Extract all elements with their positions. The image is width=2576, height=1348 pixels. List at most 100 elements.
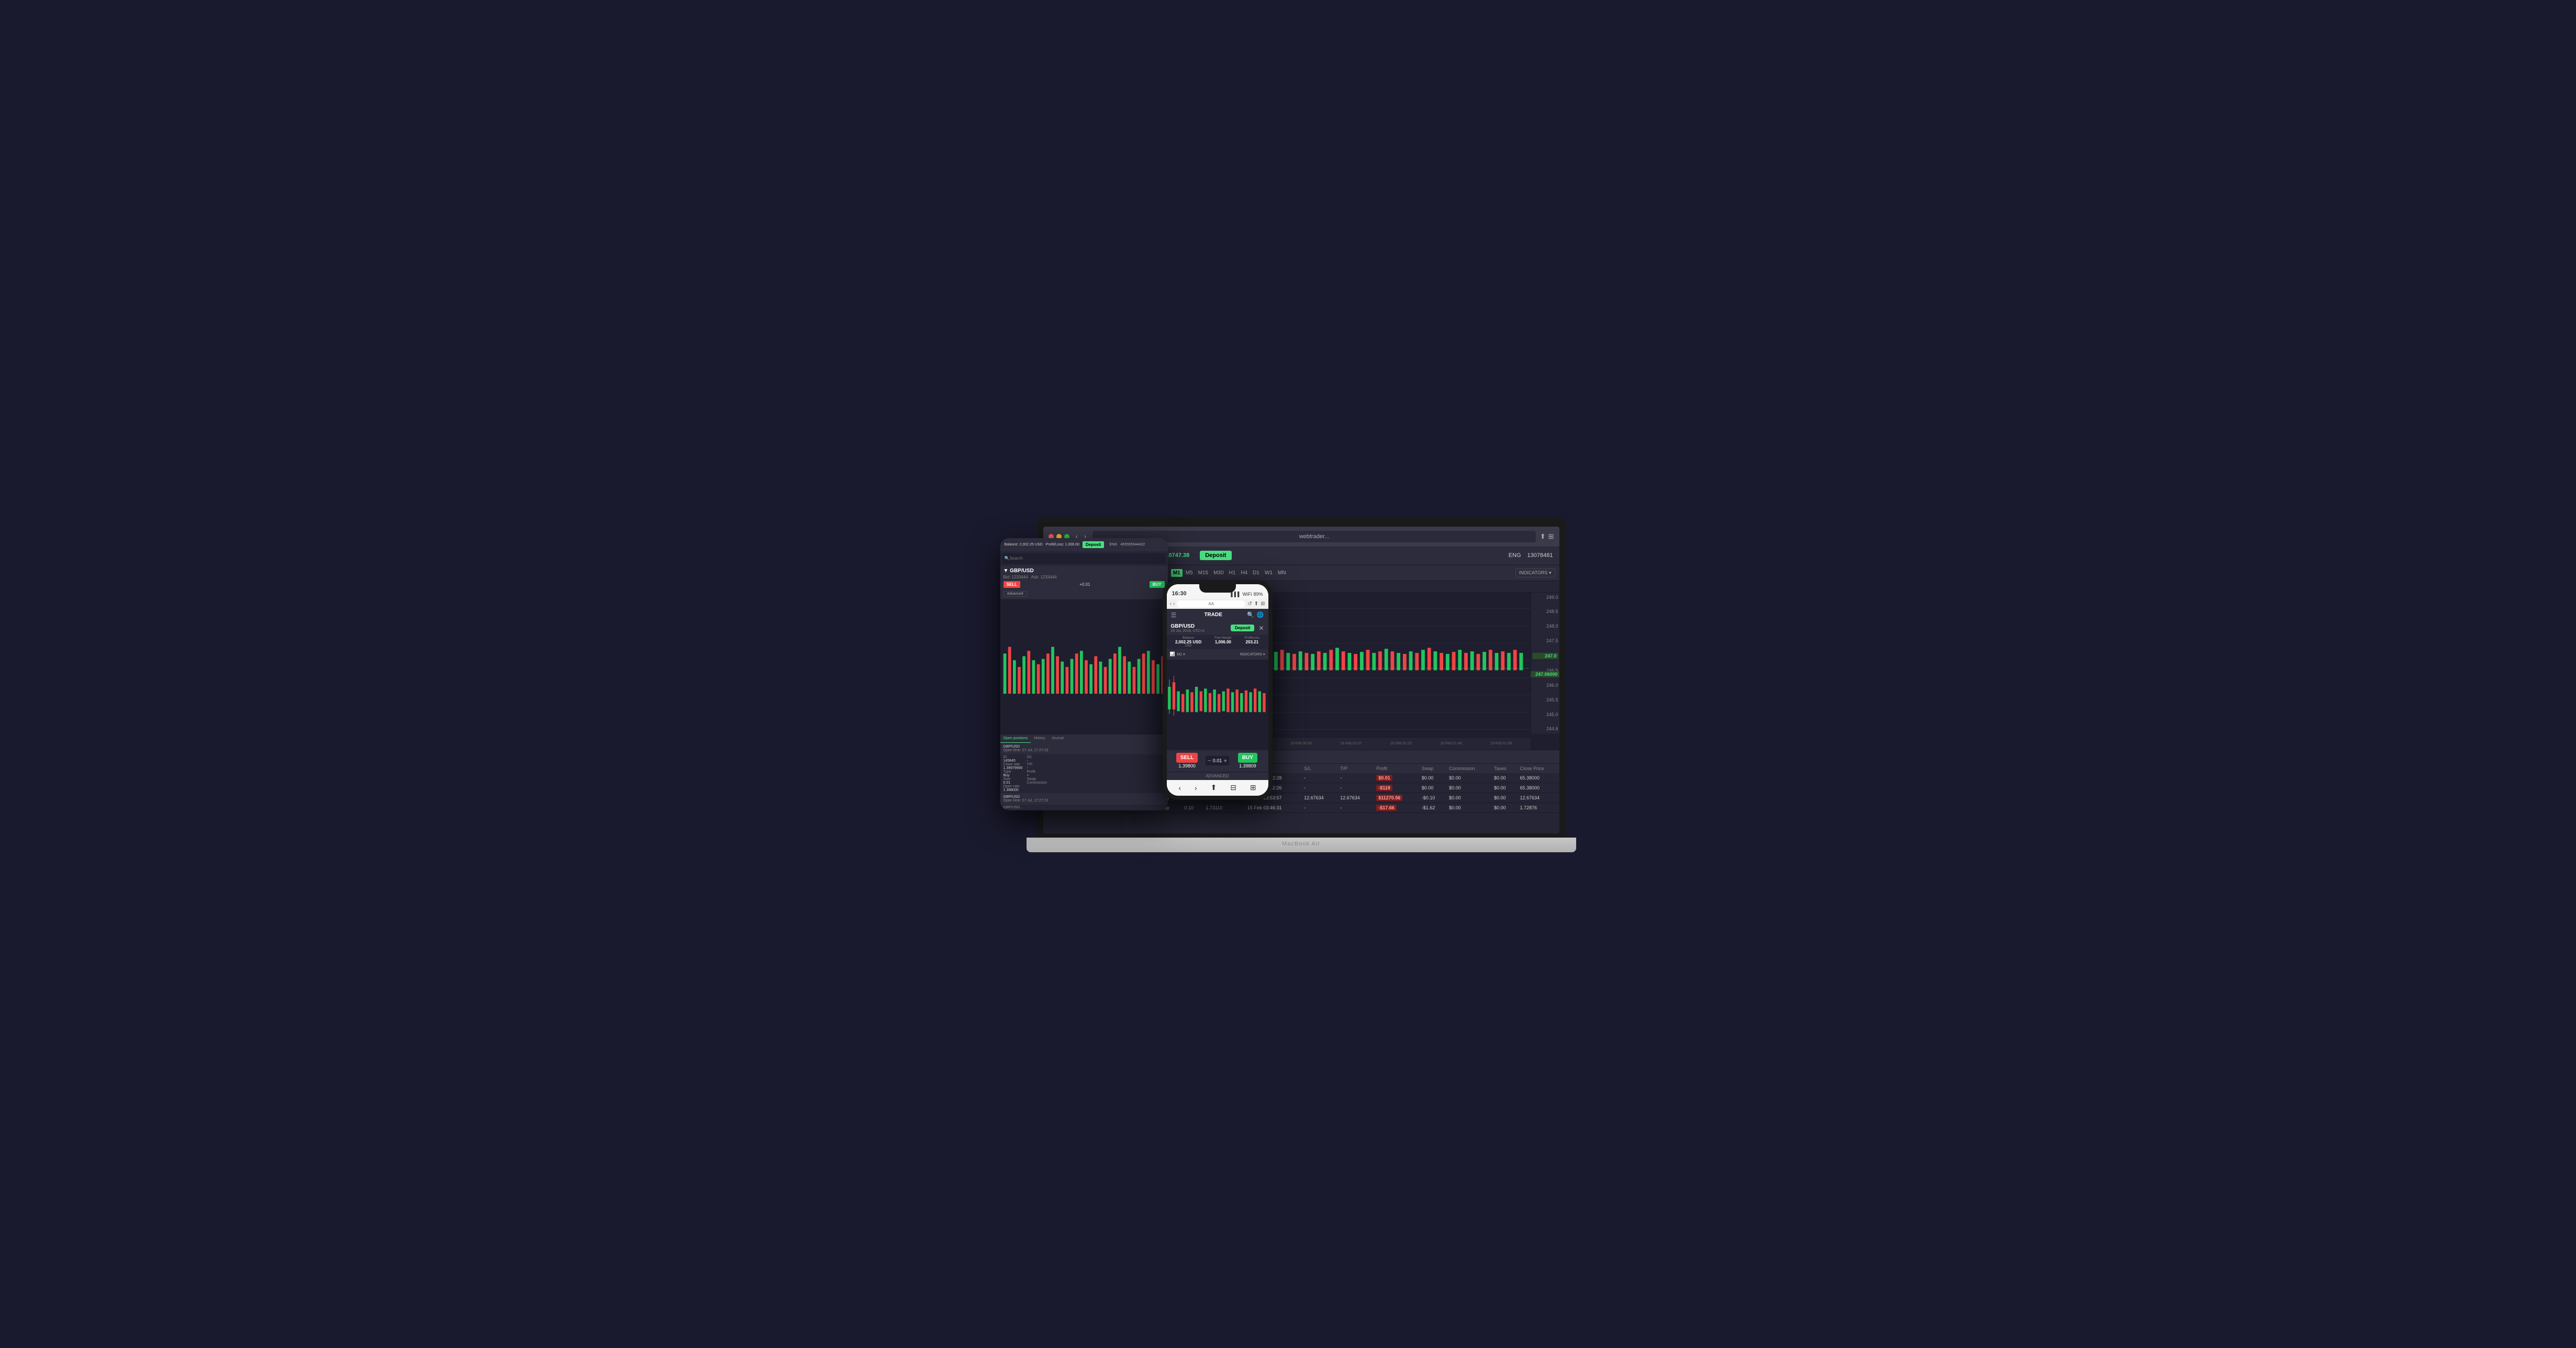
tablet-balance: Balance: 2,002.25 USD — [1005, 543, 1043, 547]
phone-search-icon[interactable]: 🔍 — [1247, 611, 1254, 618]
tablet-history-tab[interactable]: History — [1031, 734, 1049, 743]
phone-url-text: AA — [1208, 601, 1214, 606]
phone-tabs-btn[interactable]: ⊞ — [1250, 783, 1256, 792]
phone-back-icon[interactable]: ‹ — [1170, 601, 1172, 607]
tablet-more-trades: GBP/USD... — [1000, 805, 1168, 810]
tf-btn-m30[interactable]: M30 — [1211, 569, 1225, 577]
tablet-deposit-btn[interactable]: Deposit — [1083, 541, 1104, 548]
price-level-8: 245.0 — [1532, 712, 1558, 717]
tablet: Balance: 2,002.25 USD Profit/Loss: 1,006… — [1000, 538, 1168, 810]
tf-btn-w1[interactable]: W1 — [1263, 569, 1275, 577]
language-selector[interactable]: ENG — [1509, 552, 1521, 559]
table-row[interactable]: GBPCAD Buy 0.10 1.73110 15 Feb 03:46:31 … — [1122, 803, 1559, 812]
menu-icon[interactable]: ☰ — [1171, 611, 1177, 619]
phone-share-icon[interactable]: ⬆ — [1254, 601, 1258, 607]
lot-decrease-btn[interactable]: − — [1208, 757, 1211, 764]
phone-pair-date: 15 Jul, 2019, UTC+2 — [1171, 629, 1205, 633]
phone-globe-icon[interactable]: 🌐 — [1257, 611, 1264, 618]
phone-tf-selector[interactable]: M1 ▾ — [1177, 652, 1185, 656]
price-level-2: 248.0 — [1532, 623, 1558, 629]
cell-swap: -$1.62 — [1419, 803, 1446, 812]
cell-taxes: $0.00 — [1491, 793, 1517, 803]
col-sl: S/L — [1301, 764, 1337, 773]
lot-increase-btn[interactable]: + — [1223, 757, 1227, 764]
indicators-button[interactable]: INDICATORS ▾ — [1515, 569, 1555, 577]
tab-icon[interactable]: ⊞ — [1548, 532, 1554, 541]
tf-btn-m5[interactable]: M5 — [1184, 569, 1195, 577]
phone-pair-name: GBP/USD — [1171, 623, 1205, 629]
share-icon[interactable]: ⬆ — [1540, 532, 1546, 541]
col-close-price: Close Price — [1516, 764, 1559, 773]
phone-trade-actions: SELL 1.39800 − 0.01 + BUY 1.39809 — [1167, 750, 1268, 772]
tablet-open-positions-tab[interactable]: Open positions — [1000, 734, 1031, 743]
phone-forward-nav-btn[interactable]: › — [1195, 784, 1197, 792]
cell-commission: $0.00 — [1446, 803, 1491, 812]
lot-value: 0.01 — [1213, 758, 1222, 763]
phone-trade-header: ☰ TRADE 🔍 🌐 — [1167, 609, 1268, 621]
tf-btn-h4[interactable]: H4 — [1239, 569, 1250, 577]
cell-swap: $0.00 — [1419, 783, 1446, 793]
tf-btn-mn[interactable]: MN — [1276, 569, 1288, 577]
time-label-3: 16 Feb 00:50 — [1276, 742, 1326, 745]
tf-btn-m1[interactable]: M1 — [1171, 569, 1183, 577]
browser-actions: ⬆ ⊞ — [1540, 532, 1554, 541]
phone-advanced-btn[interactable]: ADVANCED — [1167, 772, 1268, 780]
cell-tp: - — [1337, 773, 1373, 783]
phone-reload-icon[interactable]: ↺ — [1247, 601, 1252, 607]
phone-forward-icon[interactable]: › — [1173, 601, 1175, 607]
phone-buy-price: 1.39809 — [1237, 763, 1258, 769]
cell-sl: - — [1301, 773, 1337, 783]
cell-close-price: 12.67634 — [1516, 793, 1559, 803]
tf-btn-h1[interactable]: H1 — [1227, 569, 1238, 577]
phone-bottom-bar: ‹ › ⬆ ⊟ ⊞ — [1167, 780, 1268, 796]
price-level-0: 249.0 — [1532, 595, 1558, 600]
cell-commission: $0.00 — [1446, 783, 1491, 793]
tablet-journal-tab[interactable]: Journal — [1049, 734, 1067, 743]
timeframe-selector: M1M5M15M30H1H4D1W1MN — [1171, 569, 1288, 577]
phone-bookmarks-btn[interactable]: ⊟ — [1230, 783, 1236, 792]
tf-btn-m15[interactable]: M15 — [1196, 569, 1210, 577]
cell-sl: 12.67634 — [1301, 793, 1337, 803]
phone-share-nav-btn[interactable]: ⬆ — [1211, 783, 1217, 792]
tablet-trade-details: ID145845 Close rate1.39979990 TypeBuy Si… — [1000, 754, 1168, 793]
phone-chart-type-icon[interactable]: 📊 — [1170, 652, 1175, 656]
tablet-screen: Balance: 2,002.25 USD Profit/Loss: 1,006… — [1000, 538, 1168, 810]
time-label-4: 16 Feb 01:07 — [1326, 742, 1376, 745]
cell-open-time: 15 Feb 03:46:31 — [1244, 803, 1301, 812]
cell-profit: $0.01 — [1373, 773, 1419, 783]
phone-back-nav-btn[interactable]: ‹ — [1178, 784, 1181, 792]
phone-nav-buttons: ‹ › — [1170, 601, 1175, 607]
phone-indicators-btn[interactable]: INDICATORS ▾ — [1240, 652, 1265, 656]
phone-tabs-icon[interactable]: ⊞ — [1261, 601, 1265, 607]
phone-stats: Balance 2,002.25 USD USD Free Margin 1,0… — [1167, 635, 1268, 649]
phone-deposit-btn[interactable]: Deposit — [1231, 625, 1254, 631]
tablet-search[interactable]: 🔍 — [1002, 553, 1166, 564]
phone-close-icon[interactable]: ✕ — [1258, 625, 1264, 632]
sell-button[interactable]: SELL — [1176, 753, 1198, 763]
cell-close-price: 65.38000 — [1516, 783, 1559, 793]
buy-button[interactable]: BUY — [1238, 753, 1257, 763]
wifi-icon: WiFi — [1242, 592, 1252, 597]
price-level-7: 245.5 — [1532, 697, 1558, 703]
tablet-chart — [1000, 600, 1168, 734]
cell-commission: $0.00 — [1446, 773, 1491, 783]
tablet-open-trade-info: GBP/USD Open time: 07 Jul, 17:27:23 — [1000, 743, 1168, 754]
scene: ‹ › webtrader... ⬆ ⊞ — [1000, 496, 1576, 852]
phone-chart — [1167, 660, 1268, 750]
cell-open-price: 1.73110 — [1202, 803, 1244, 812]
cell-profit: -$118 — [1373, 783, 1419, 793]
tablet-search-input[interactable] — [1009, 556, 1163, 561]
macbook-label: MacBook Air — [1027, 838, 1576, 847]
phone-url-bar[interactable]: AA — [1177, 600, 1245, 607]
cell-close-price: 65.38000 — [1516, 773, 1559, 783]
tablet-lang[interactable]: ENG — [1109, 543, 1117, 547]
tf-btn-d1[interactable]: D1 — [1251, 569, 1262, 577]
tablet-advanced-btn[interactable]: Advanced — [1003, 591, 1027, 597]
col-taxes: Taxes — [1491, 764, 1517, 773]
price-level-6: 246.0 — [1532, 683, 1558, 688]
deposit-button[interactable]: Deposit — [1200, 551, 1231, 560]
phone-notch — [1199, 584, 1236, 593]
tablet-search-icon: 🔍 — [1005, 556, 1010, 561]
cell-tp: - — [1337, 783, 1373, 793]
cell-commission: $0.00 — [1446, 793, 1491, 803]
